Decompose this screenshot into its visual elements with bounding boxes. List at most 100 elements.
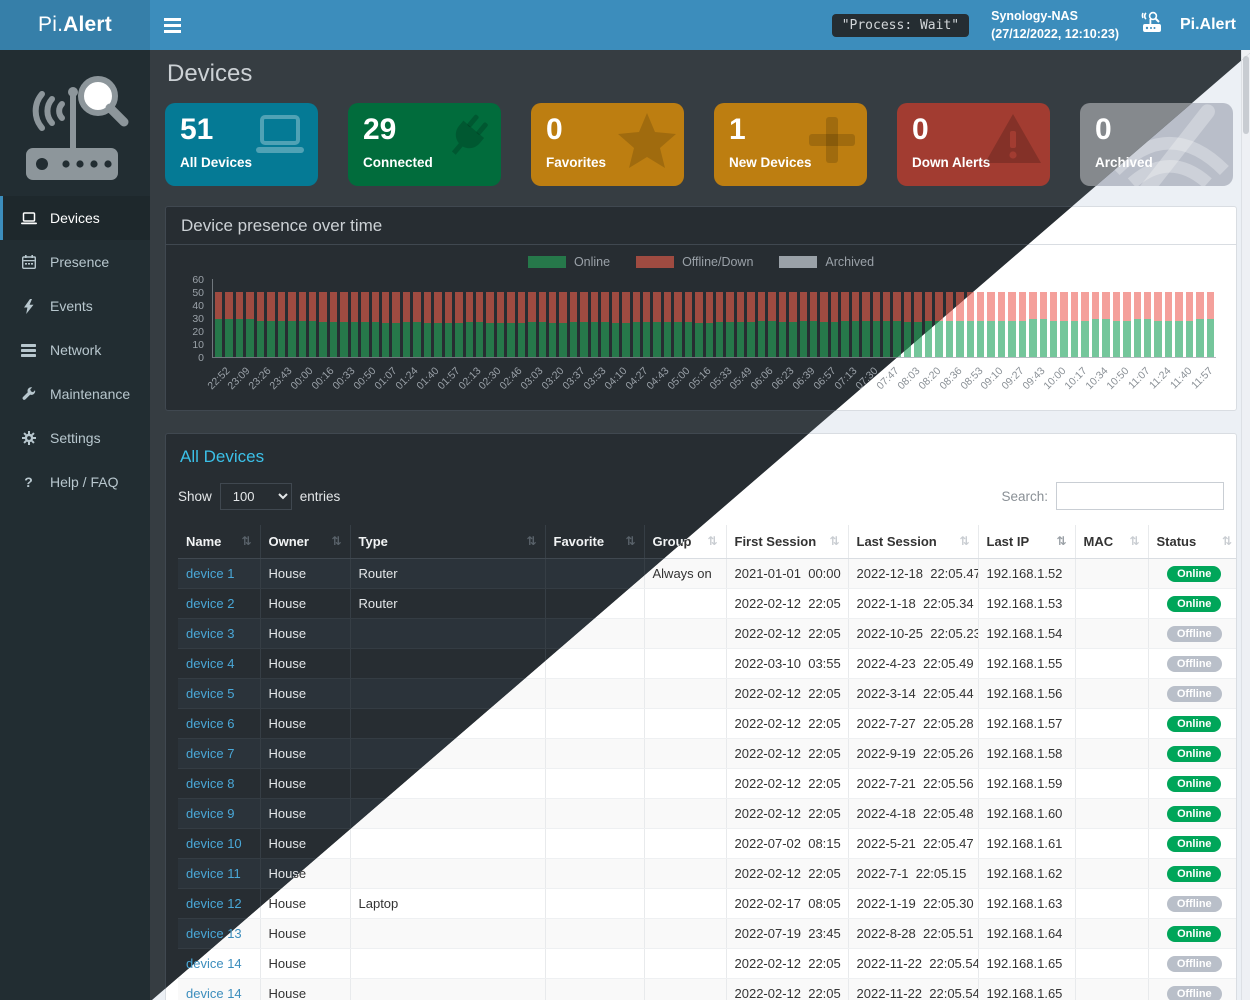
chart-bar — [497, 279, 504, 357]
chart-bar — [382, 279, 389, 357]
status-badge: Online — [1167, 926, 1221, 942]
y-tick-label: 50 — [192, 287, 204, 299]
cell-last-ip: 192.168.1.59 — [978, 769, 1075, 799]
column-header-mac[interactable]: MAC⇅ — [1075, 525, 1148, 559]
card-down-alerts[interactable]: 0 Down Alerts — [897, 103, 1050, 186]
process-status-badge[interactable]: "Process: Wait" — [832, 14, 969, 37]
chart-bar — [633, 279, 640, 357]
device-link[interactable]: device 14 — [186, 986, 242, 1000]
card-new-devices[interactable]: 1 New Devices — [714, 103, 867, 186]
question-icon: ? — [20, 474, 37, 490]
sidebar-toggle-icon[interactable] — [150, 0, 195, 50]
column-header-status[interactable]: Status⇅ — [1148, 525, 1237, 559]
cell-status: Offline — [1148, 979, 1237, 1000]
sidebar-item-presence[interactable]: Presence — [0, 240, 150, 284]
chart-bar — [507, 279, 514, 357]
sidebar-item-devices[interactable]: Devices — [0, 196, 150, 240]
legend-item-online[interactable]: Online — [528, 255, 610, 269]
device-link[interactable]: device 3 — [186, 626, 234, 641]
column-header-last-session[interactable]: Last Session⇅ — [848, 525, 978, 559]
page-size-select[interactable]: 100 — [220, 483, 292, 510]
network-icon — [20, 344, 37, 357]
chart-bar — [445, 279, 452, 357]
stat-cards: 51 All Devices 29 Connected 0 Favorites … — [165, 103, 1237, 186]
cell-status: Offline — [1148, 889, 1237, 919]
sidebar-item-help[interactable]: ? Help / FAQ — [0, 460, 150, 504]
cell-group — [644, 589, 726, 619]
chart-bar — [664, 279, 671, 357]
cell-status: Offline — [1148, 649, 1237, 679]
device-link[interactable]: device 1 — [186, 566, 234, 581]
chart-bar — [246, 279, 253, 357]
column-header-type[interactable]: Type⇅ — [350, 525, 545, 559]
chart-bar — [1029, 279, 1036, 357]
device-link[interactable]: device 10 — [186, 836, 242, 851]
device-link[interactable]: device 6 — [186, 716, 234, 731]
cell-last-ip: 192.168.1.56 — [978, 679, 1075, 709]
cell-mac — [1075, 559, 1148, 589]
cell-first-session: 2022-02-12 22:05 — [726, 769, 848, 799]
status-badge: Online — [1167, 806, 1221, 822]
device-link[interactable]: device 8 — [186, 776, 234, 791]
sidebar-item-settings[interactable]: Settings — [0, 416, 150, 460]
column-header-owner[interactable]: Owner⇅ — [260, 525, 350, 559]
device-link[interactable]: device 9 — [186, 806, 234, 821]
column-header-favorite[interactable]: Favorite⇅ — [545, 525, 644, 559]
column-header-first-session[interactable]: First Session⇅ — [726, 525, 848, 559]
cell-name: device 14 — [178, 979, 260, 1000]
device-link[interactable]: device 5 — [186, 686, 234, 701]
sidebar-item-maintenance[interactable]: Maintenance — [0, 372, 150, 416]
chart-bar — [1186, 279, 1193, 357]
y-tick-label: 60 — [192, 274, 204, 286]
chart-bar — [257, 279, 264, 357]
cell-owner: House — [260, 949, 350, 979]
chart-bar — [977, 279, 984, 357]
card-favorites[interactable]: 0 Favorites — [531, 103, 684, 186]
cell-name: device 12 — [178, 889, 260, 919]
cell-last-session: 2022-7-27 22:05.28 — [848, 709, 978, 739]
cell-type: Router — [350, 589, 545, 619]
chart-bar — [674, 279, 681, 357]
cell-status: Online — [1148, 769, 1237, 799]
device-link[interactable]: device 7 — [186, 746, 234, 761]
legend-item-offline[interactable]: Offline/Down — [636, 255, 753, 269]
status-badge: Offline — [1167, 986, 1222, 1000]
chart-bar — [288, 279, 295, 357]
page-size-control: Show 100 entries — [178, 483, 340, 510]
scrollbar-thumb[interactable] — [1243, 56, 1249, 134]
sidebar-item-events[interactable]: Events — [0, 284, 150, 328]
chart-bar — [424, 279, 431, 357]
device-link[interactable]: device 4 — [186, 656, 234, 671]
brand-logo[interactable]: Pi.Alert — [0, 0, 150, 50]
cell-last-ip: 192.168.1.61 — [978, 829, 1075, 859]
column-header-last-ip[interactable]: Last IP⇅ — [978, 525, 1075, 559]
cell-favorite — [545, 919, 644, 949]
status-badge: Online — [1167, 866, 1221, 882]
y-tick-label: 40 — [192, 300, 204, 312]
cell-favorite — [545, 769, 644, 799]
card-all-devices[interactable]: 51 All Devices — [165, 103, 318, 186]
search-input[interactable] — [1056, 482, 1224, 510]
cell-last-session: 2022-12-18 22:05.47 — [848, 559, 978, 589]
app-name-block: Pi.Alert — [1141, 11, 1236, 40]
legend-item-archived[interactable]: Archived — [779, 255, 874, 269]
cell-first-session: 2022-02-12 22:05 — [726, 859, 848, 889]
chart-bar — [831, 279, 838, 357]
device-link[interactable]: device 11 — [186, 866, 241, 881]
cell-last-ip: 192.168.1.64 — [978, 919, 1075, 949]
cell-last-session: 2022-11-22 22:05.54 — [848, 979, 978, 1000]
chart-bar — [351, 279, 358, 357]
status-badge: Online — [1167, 716, 1221, 732]
device-link[interactable]: device 2 — [186, 596, 234, 611]
cell-group — [644, 799, 726, 829]
chart-bar — [904, 279, 911, 357]
cell-first-session: 2022-02-12 22:05 — [726, 799, 848, 829]
chart-bar — [852, 279, 859, 357]
cell-group — [644, 769, 726, 799]
card-connected[interactable]: 29 Connected — [348, 103, 501, 186]
page-scrollbar[interactable] — [1241, 50, 1250, 1000]
device-link[interactable]: device 12 — [186, 896, 242, 911]
sidebar-item-network[interactable]: Network — [0, 328, 150, 372]
column-header-name[interactable]: Name⇅ — [178, 525, 260, 559]
cell-mac — [1075, 799, 1148, 829]
